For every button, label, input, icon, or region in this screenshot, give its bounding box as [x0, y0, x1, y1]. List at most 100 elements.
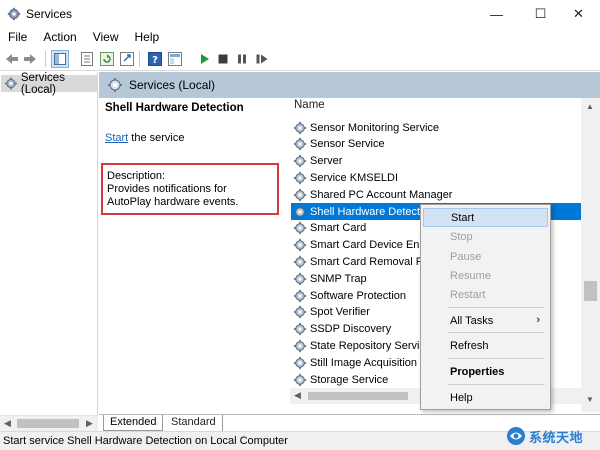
- context-item-refresh[interactable]: Refresh: [423, 337, 548, 356]
- tree-item-label: Services (Local): [20, 71, 65, 96]
- scrollbar-thumb[interactable]: [584, 281, 597, 301]
- console-icon[interactable]: [167, 51, 183, 67]
- toolbar-separator: [139, 51, 140, 67]
- menu-view[interactable]: View: [85, 28, 127, 47]
- menu-help[interactable]: Help: [127, 28, 168, 47]
- service-gear-icon: [293, 188, 307, 201]
- description-text: Provides notifications for AutoPlay hard…: [107, 183, 239, 208]
- service-gear-icon: [293, 255, 307, 269]
- service-name: SSDP Discovery: [310, 323, 392, 336]
- services-gear-icon: [108, 78, 122, 92]
- help-icon[interactable]: ?: [147, 51, 163, 67]
- tree-item-services-local[interactable]: Services (Local): [1, 72, 97, 96]
- context-item-restart[interactable]: Restart: [423, 286, 548, 305]
- start-service-icon[interactable]: [197, 51, 213, 67]
- service-name: Spot Verifier: [310, 306, 370, 319]
- window-title: Services: [26, 7, 73, 21]
- service-gear-icon: [293, 138, 307, 151]
- back-icon[interactable]: [4, 51, 20, 67]
- list-vertical-scrollbar[interactable]: ▲ ▼: [581, 98, 600, 412]
- context-separator: [448, 307, 544, 308]
- service-name: Sensor Service: [310, 138, 385, 151]
- service-row[interactable]: Sensor Monitoring Service: [291, 119, 583, 136]
- service-gear-icon: [293, 356, 307, 369]
- description-box: Description: Provides notifications for …: [101, 163, 279, 215]
- pause-service-icon[interactable]: [234, 51, 250, 67]
- start-service-link[interactable]: Start: [105, 132, 128, 144]
- refresh-icon[interactable]: [99, 51, 115, 67]
- scrollbar-thumb[interactable]: [308, 392, 408, 400]
- tab-extended[interactable]: Extended: [103, 415, 164, 431]
- service-name: SNMP Trap: [310, 272, 367, 285]
- context-separator: [448, 332, 544, 333]
- context-item-properties[interactable]: Properties: [423, 363, 548, 382]
- column-header-name[interactable]: Name: [294, 99, 325, 117]
- service-gear-icon: [293, 205, 307, 218]
- show-tree-icon[interactable]: [51, 50, 69, 68]
- service-gear-icon: [293, 306, 307, 319]
- service-name: Software Protection: [310, 289, 406, 302]
- tab-standard[interactable]: Standard: [165, 415, 223, 431]
- toolbar: ?: [0, 47, 600, 71]
- svg-text:?: ?: [152, 55, 158, 66]
- close-button[interactable]: ✕: [556, 0, 600, 28]
- service-gear-icon: [293, 322, 307, 336]
- properties-icon[interactable]: [79, 51, 95, 67]
- context-item-help[interactable]: Help: [423, 389, 548, 408]
- menu-bar: File Action View Help: [0, 28, 600, 47]
- service-name: Shell Hardware Detection: [310, 205, 435, 218]
- service-row[interactable]: Server: [291, 153, 583, 170]
- minimize-button[interactable]: —: [474, 0, 519, 28]
- tree-horizontal-scrollbar[interactable]: ◀ ▶: [0, 415, 98, 431]
- selected-service-title: Shell Hardware Detection: [105, 102, 244, 114]
- service-gear-icon: [293, 121, 307, 134]
- service-name: Storage Service: [310, 373, 389, 386]
- watermark-logo: 系统天地: [506, 424, 598, 448]
- scroll-down-icon[interactable]: ▼: [586, 395, 594, 404]
- service-row[interactable]: Sensor Service: [291, 136, 583, 153]
- context-separator: [448, 384, 544, 385]
- menu-action[interactable]: Action: [35, 28, 84, 47]
- service-gear-icon: [293, 289, 307, 302]
- title-bar: Services — ☐ ✕: [0, 0, 600, 28]
- stop-service-icon[interactable]: [215, 51, 231, 67]
- watermark-text: 系统天地: [529, 429, 584, 445]
- scroll-right-icon[interactable]: ▶: [86, 418, 93, 429]
- services-gear-icon: [4, 77, 17, 90]
- service-gear-icon: [293, 171, 307, 185]
- menu-file[interactable]: File: [0, 28, 35, 47]
- service-gear-icon: [293, 339, 307, 353]
- scrollbar-thumb[interactable]: [17, 419, 79, 428]
- service-row[interactable]: Shared PC Account Manager: [291, 186, 583, 203]
- context-item-resume[interactable]: Resume: [423, 267, 548, 286]
- toolbar-separator: [45, 51, 46, 67]
- service-name: Smart Card: [310, 222, 367, 235]
- context-item-pause[interactable]: Pause: [423, 248, 548, 267]
- service-name: Shared PC Account Manager: [310, 188, 453, 201]
- main-header-label: Services (Local): [129, 78, 216, 92]
- watermark-emblem-icon: [507, 427, 525, 445]
- forward-icon[interactable]: [22, 51, 38, 67]
- service-row[interactable]: Service KMSELDI: [291, 169, 583, 186]
- scroll-left-icon[interactable]: ◀: [294, 390, 301, 401]
- scroll-up-icon[interactable]: ▲: [586, 102, 594, 111]
- context-item-all-tasks[interactable]: All Tasks ›: [423, 312, 548, 331]
- main-header: Services (Local): [99, 72, 600, 98]
- service-gear-icon: [293, 238, 307, 252]
- context-item-stop[interactable]: Stop: [423, 228, 548, 247]
- start-service-line: Start the service: [105, 132, 184, 144]
- context-item-all-tasks-label: All Tasks: [450, 315, 494, 327]
- service-name: Service KMSELDI: [310, 171, 399, 184]
- export-icon[interactable]: [119, 51, 135, 67]
- context-menu: Start Stop Pause Resume Restart All Task…: [420, 204, 551, 410]
- restart-service-icon[interactable]: [254, 51, 270, 67]
- services-gear-icon: [7, 7, 21, 21]
- context-separator: [448, 358, 544, 359]
- service-gear-icon: [293, 222, 307, 235]
- chevron-right-icon: ›: [536, 314, 540, 326]
- start-service-suffix: the service: [128, 132, 185, 144]
- context-item-start[interactable]: Start: [423, 208, 548, 227]
- service-name: Server: [310, 155, 343, 168]
- tree-pane: Services (Local) ◀ ▶: [0, 72, 98, 431]
- scroll-left-icon[interactable]: ◀: [4, 418, 11, 429]
